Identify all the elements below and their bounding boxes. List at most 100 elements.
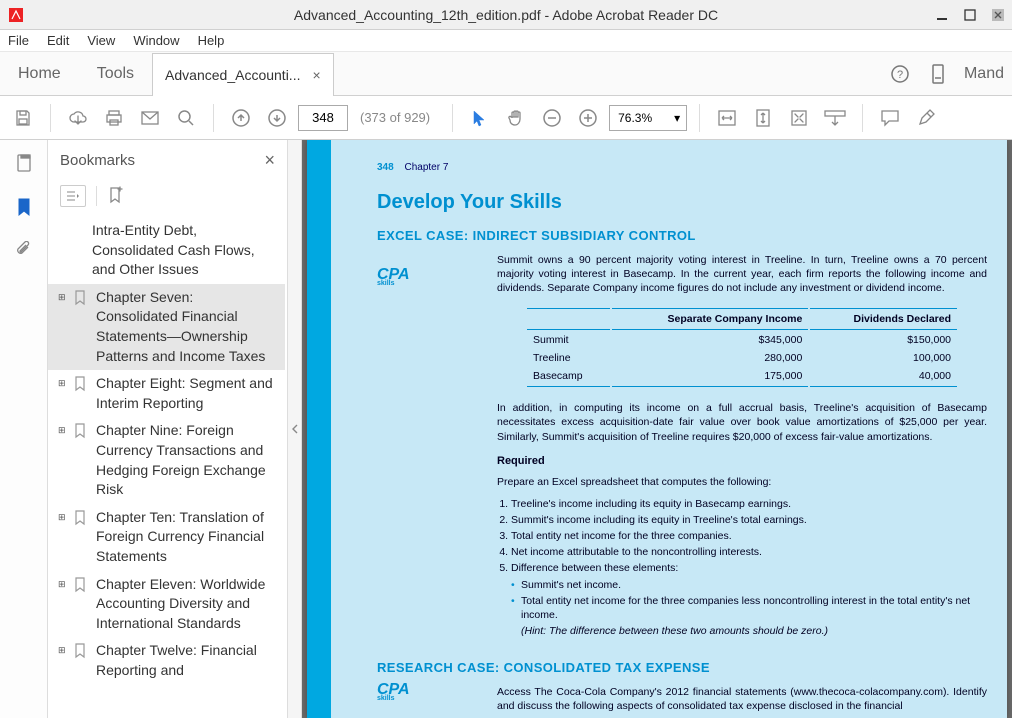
bookmarks-options-icon[interactable] — [60, 185, 86, 207]
table-header: Dividends Declared — [810, 308, 957, 330]
menu-edit[interactable]: Edit — [47, 33, 69, 48]
bookmark-ribbon-icon — [74, 510, 90, 532]
fit-page-icon[interactable] — [748, 103, 778, 133]
pdf-page: 348 Chapter 7 Develop Your Skills EXCEL … — [307, 140, 1007, 718]
list-item: Difference between these elements: — [511, 561, 987, 575]
bookmarks-close-icon[interactable]: × — [264, 150, 275, 171]
zoom-value: 76.3% — [618, 111, 652, 125]
intro-paragraph: Summit owns a 90 percent majority voting… — [497, 253, 987, 296]
maximize-button[interactable] — [956, 3, 984, 27]
next-page-icon[interactable] — [262, 103, 292, 133]
expand-icon[interactable]: ⊞ — [58, 511, 70, 524]
bookmarks-list[interactable]: Intra-Entity Debt, Consolidated Cash Flo… — [48, 217, 287, 718]
bookmark-item[interactable]: ⊞ Chapter Twelve: Financial Reporting and — [48, 637, 285, 684]
table-row: Treeline280,000100,000 — [527, 350, 957, 366]
cloud-icon[interactable] — [63, 103, 93, 133]
second-paragraph: In addition, in computing its income on … — [497, 401, 987, 444]
bookmark-ribbon-icon — [74, 577, 90, 599]
sub-list: Summit's net income.Total entity net inc… — [511, 578, 987, 623]
bookmark-item[interactable]: ⊞ Chapter Nine: Foreign Currency Transact… — [48, 417, 285, 503]
search-icon[interactable] — [171, 103, 201, 133]
bookmark-label: Chapter Twelve: Financial Reporting and — [96, 641, 277, 680]
expand-icon[interactable]: ⊞ — [58, 291, 70, 304]
bookmarks-panel: Bookmarks × Intra-Entity Debt, Consolida… — [48, 140, 288, 718]
menu-bar: File Edit View Window Help — [0, 30, 1012, 52]
bookmark-ribbon-icon — [74, 290, 90, 312]
bookmark-label: Chapter Seven: Consolidated Financial St… — [96, 288, 277, 366]
menu-file[interactable]: File — [8, 33, 29, 48]
bookmark-item[interactable]: ⊞ Chapter Ten: Translation of Foreign Cur… — [48, 504, 285, 571]
toolbar: (373 of 929) 76.3% ▾ — [0, 96, 1012, 140]
page-number-input[interactable] — [298, 105, 348, 131]
bookmark-item[interactable]: ⊞ Chapter Eight: Segment and Interim Repo… — [48, 370, 285, 417]
research-paragraph: Access The Coca-Cola Company's 2012 fina… — [497, 685, 987, 713]
menu-window[interactable]: Window — [133, 33, 179, 48]
comment-icon[interactable] — [875, 103, 905, 133]
mobile-icon[interactable] — [926, 62, 950, 86]
bookmark-label: Chapter Eight: Segment and Interim Repor… — [96, 374, 277, 413]
zoom-out-icon[interactable] — [537, 103, 567, 133]
tab-close-icon[interactable]: × — [312, 67, 320, 83]
hand-tool-icon[interactable] — [501, 103, 531, 133]
tabs-row: Home Tools Advanced_Accounti... × ? Mand — [0, 52, 1012, 96]
bookmark-item[interactable]: ⊞ Chapter Seven: Consolidated Financial S… — [48, 284, 285, 370]
cpa-badge-2: CPAskills — [377, 683, 410, 702]
minimize-button[interactable] — [928, 3, 956, 27]
tab-document-label: Advanced_Accounti... — [165, 67, 300, 83]
list-item: Summit's income including its equity in … — [511, 513, 987, 527]
left-rail — [0, 140, 48, 718]
page-count-label: (373 of 929) — [360, 110, 430, 125]
email-icon[interactable] — [135, 103, 165, 133]
page-number: 348 — [377, 162, 394, 173]
table-header — [527, 308, 610, 330]
expand-icon[interactable]: ⊞ — [58, 377, 70, 390]
help-icon[interactable]: ? — [888, 62, 912, 86]
cpa-badge: CPAskills — [377, 268, 410, 287]
bookmark-label: Chapter Ten: Translation of Foreign Curr… — [96, 508, 277, 567]
required-list: Treeline's income including its equity i… — [511, 497, 987, 576]
tab-home[interactable]: Home — [0, 52, 79, 95]
expand-icon[interactable]: ⊞ — [58, 578, 70, 591]
list-item: Treeline's income including its equity i… — [511, 497, 987, 511]
zoom-in-icon[interactable] — [573, 103, 603, 133]
list-item: Total entity net income for the three co… — [511, 529, 987, 543]
document-view[interactable]: 348 Chapter 7 Develop Your Skills EXCEL … — [302, 140, 1012, 718]
attachments-icon[interactable] — [11, 238, 37, 264]
expand-icon[interactable]: ⊞ — [58, 424, 70, 437]
bookmark-ribbon-icon — [74, 423, 90, 445]
selection-cursor-icon[interactable] — [465, 103, 495, 133]
bookmark-label: Chapter Nine: Foreign Currency Transacti… — [96, 421, 277, 499]
list-item: Summit's net income. — [511, 578, 987, 592]
section-heading: Develop Your Skills — [377, 191, 987, 214]
zoom-select[interactable]: 76.3% ▾ — [609, 105, 687, 131]
expand-icon[interactable]: ⊞ — [58, 644, 70, 657]
thumbnails-icon[interactable] — [11, 150, 37, 176]
table-row: Summit$345,000$150,000 — [527, 332, 957, 348]
bookmark-item[interactable]: Intra-Entity Debt, Consolidated Cash Flo… — [48, 217, 285, 284]
bookmark-ribbon-icon — [74, 376, 90, 398]
bookmarks-icon[interactable] — [11, 194, 37, 220]
menu-help[interactable]: Help — [198, 33, 225, 48]
chapter-label: Chapter 7 — [404, 162, 448, 173]
window-title: Advanced_Accounting_12th_edition.pdf - A… — [294, 7, 718, 23]
table-row: Basecamp175,00040,000 — [527, 368, 957, 387]
tab-tools[interactable]: Tools — [79, 52, 152, 95]
panel-collapse-handle[interactable] — [288, 140, 302, 718]
menu-view[interactable]: View — [87, 33, 115, 48]
mand-label[interactable]: Mand — [964, 65, 1004, 83]
tab-document[interactable]: Advanced_Accounti... × — [152, 53, 334, 96]
print-icon[interactable] — [99, 103, 129, 133]
title-bar: Advanced_Accounting_12th_edition.pdf - A… — [0, 0, 1012, 30]
fit-width-icon[interactable] — [712, 103, 742, 133]
prev-page-icon[interactable] — [226, 103, 256, 133]
close-button[interactable] — [984, 3, 1012, 27]
new-bookmark-icon[interactable] — [107, 185, 129, 207]
fullscreen-icon[interactable] — [784, 103, 814, 133]
highlight-icon[interactable] — [911, 103, 941, 133]
read-mode-icon[interactable] — [820, 103, 850, 133]
save-icon[interactable] — [8, 103, 38, 133]
bookmarks-title: Bookmarks — [60, 152, 135, 169]
hint-text: (Hint: The difference between these two … — [521, 624, 987, 638]
bookmark-label: Chapter Eleven: Worldwide Accounting Div… — [96, 575, 277, 634]
bookmark-item[interactable]: ⊞ Chapter Eleven: Worldwide Accounting Di… — [48, 571, 285, 638]
